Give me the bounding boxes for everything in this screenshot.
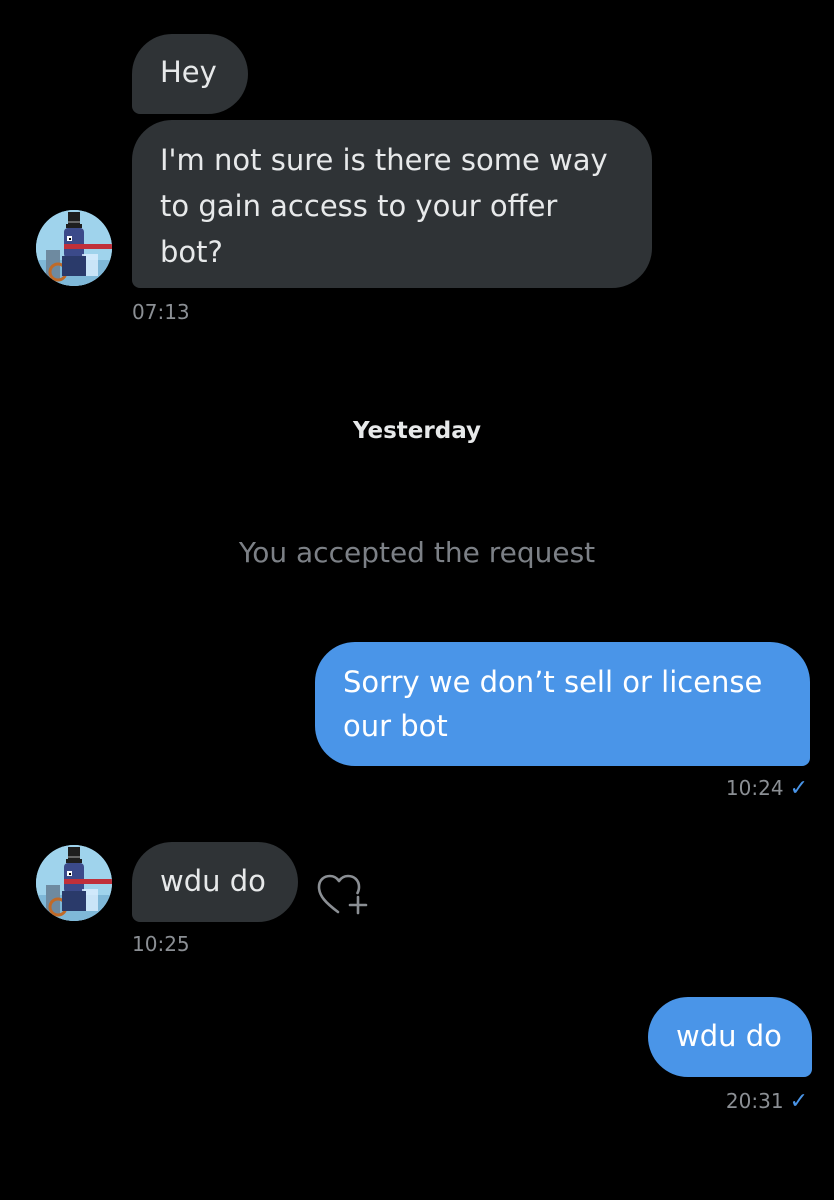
top-hat-character-avatar-icon [36,845,112,921]
heart-plus-icon [317,874,368,915]
message-timestamp: 10:25 [132,932,190,956]
message-text-line: I'm not sure is there some way [160,143,608,177]
react-button[interactable] [316,866,372,922]
system-note: You accepted the request [238,536,596,569]
message-text: wdu do [676,1019,782,1053]
message-timestamp: 07:13 [132,300,190,324]
message-bubble-incoming[interactable]: wdu do [132,842,298,922]
message-timestamp: 10:24 [725,776,784,800]
top-hat-character-avatar-icon [36,210,112,286]
message-bubble-incoming[interactable]: Hey [132,34,248,114]
message-bubble-incoming[interactable]: I'm not sure is there some way to gain a… [132,120,652,288]
message-bubble-outgoing[interactable]: Sorry we don’t sell or license our bot [315,642,810,766]
message-text: Hey [160,55,217,89]
avatar[interactable] [36,210,112,286]
read-check-icon: ✓ [789,1089,808,1114]
day-separator: Yesterday [352,418,482,444]
message-status: 10:24 ✓ [726,776,808,801]
message-text-line: our bot [343,709,448,743]
message-text-line: Sorry we don’t sell or license [343,665,763,699]
avatar[interactable] [36,845,112,921]
message-status: 20:31 ✓ [726,1089,808,1114]
message-bubble-outgoing[interactable]: wdu do [648,997,812,1077]
message-text: wdu do [160,864,266,898]
read-check-icon: ✓ [789,776,808,801]
message-text-line: bot? [160,235,223,269]
message-text-line: to gain access to your offer [160,189,558,223]
message-timestamp: 20:31 [725,1089,784,1113]
